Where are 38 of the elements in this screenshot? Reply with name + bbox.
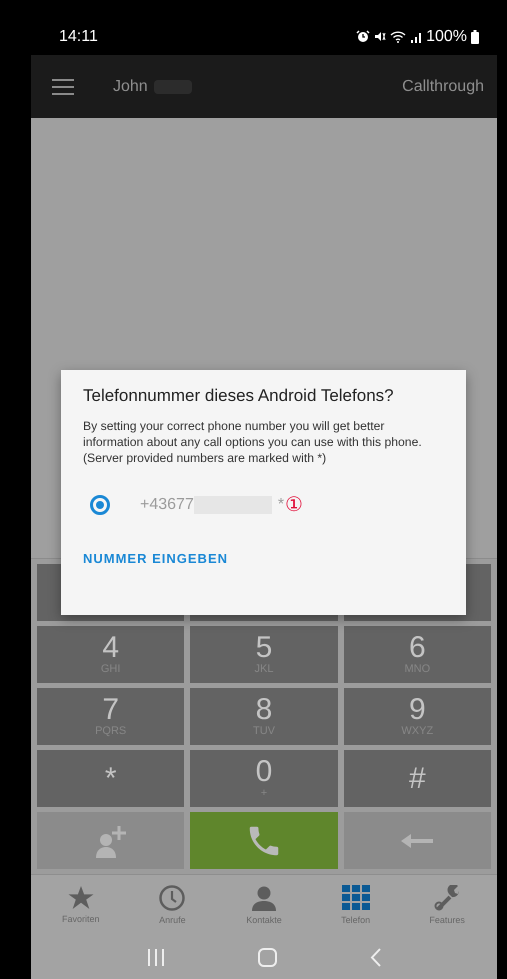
nav-tab[interactable]: Favoriten: [40, 886, 121, 924]
keypad-grid-icon: [342, 885, 370, 911]
dialog-message: By setting your correct phone number you will get better information about any call options you can use with this phone. (Server provided numbers are marked with *): [83, 418, 423, 466]
nav-tab[interactable]: Anrufe: [132, 885, 212, 925]
server-mark: *: [278, 496, 284, 514]
nav-tab[interactable]: Features: [407, 885, 488, 925]
back-icon[interactable]: [370, 948, 381, 966]
nav-tab[interactable]: Kontakte: [224, 885, 304, 925]
keypad-key[interactable]: 0 +: [190, 750, 338, 807]
annotation-marker: ①: [285, 493, 304, 517]
menu-icon[interactable]: [52, 78, 74, 94]
app-title: Callthrough: [402, 78, 484, 96]
home-icon[interactable]: [258, 948, 277, 966]
keypad-key[interactable]: #: [344, 750, 491, 807]
dialog-title: Telefonnummer dieses Android Telefons?: [83, 386, 395, 406]
wifi-icon: [390, 30, 406, 42]
battery-percent: 100%: [426, 28, 467, 46]
enter-number-button[interactable]: NUMMER EINGEBEN: [83, 551, 228, 566]
call-button[interactable]: [190, 812, 338, 869]
radio-button[interactable]: [90, 494, 110, 514]
left-arrow-icon: [401, 834, 434, 848]
clock-icon: [159, 885, 186, 911]
star-icon: [68, 886, 94, 910]
person-icon: [250, 885, 277, 911]
add-contact-button[interactable]: [37, 812, 184, 869]
backspace-button[interactable]: [344, 812, 491, 869]
recent-apps-icon[interactable]: [147, 948, 166, 966]
status-time: 14:11: [59, 28, 98, 46]
mute-icon: [374, 30, 386, 43]
signal-icon: [410, 30, 422, 42]
phone-number[interactable]: +43677: [140, 496, 194, 514]
user-name: John: [113, 78, 148, 96]
keypad-key[interactable]: *: [37, 750, 184, 807]
alarm-icon: [356, 30, 370, 43]
battery-icon: [471, 30, 479, 44]
add-person-icon: [94, 824, 128, 858]
wrench-icon: [434, 885, 460, 911]
nav-tab[interactable]: Telefon: [316, 885, 396, 925]
